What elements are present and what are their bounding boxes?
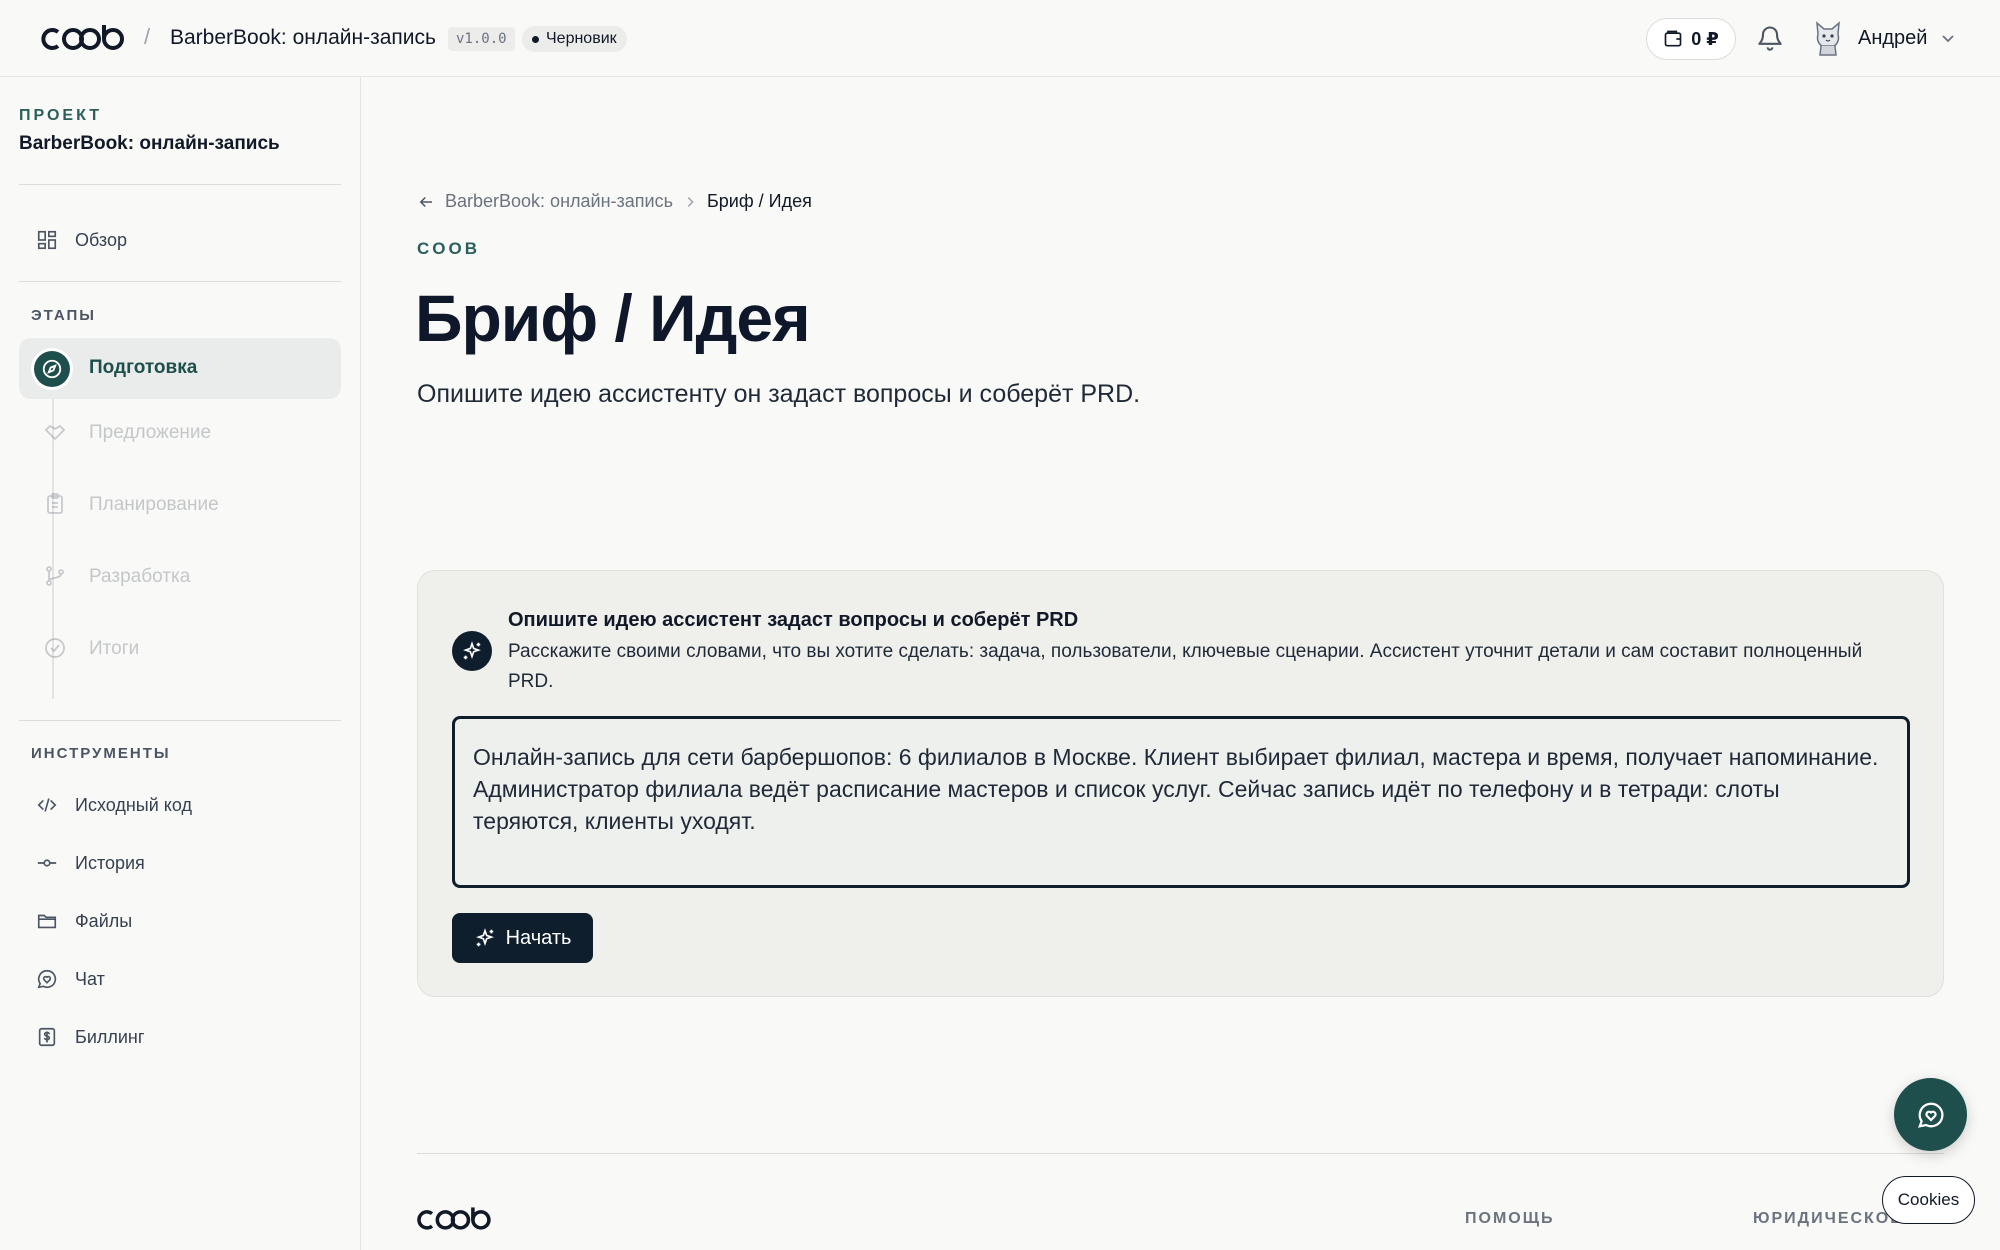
sidebar-item-billing[interactable]: Биллинг — [19, 1015, 341, 1059]
chat-fab-button[interactable] — [1894, 1078, 1967, 1151]
code-icon — [35, 793, 59, 817]
sidebar-divider — [19, 281, 341, 282]
project-label: ПРОЕКТ — [19, 107, 103, 124]
cookies-button[interactable]: Cookies — [1882, 1176, 1975, 1224]
status-badge: Черновик — [522, 26, 627, 52]
sidebar-project-name: BarberBook: онлайн-запись — [19, 133, 280, 154]
stage-label: Разработка — [89, 566, 191, 587]
chevron-right-icon — [687, 196, 694, 207]
sidebar-item-history[interactable]: История — [19, 841, 341, 885]
sidebar-item-files[interactable]: Файлы — [19, 899, 341, 943]
sidebar-item-chat[interactable]: Чат — [19, 957, 341, 1001]
sparkles-icon — [452, 631, 492, 671]
stage-item-preparation[interactable]: Подготовка — [19, 338, 341, 399]
stage-label: Предложение — [89, 422, 212, 443]
sparkles-icon — [475, 928, 494, 947]
footer-legal-link[interactable]: ЮРИДИЧЕСКОЕ — [1753, 1210, 1903, 1228]
top-bar: / BarberBook: онлайн-запись v1.0.0 Черно… — [0, 0, 2000, 77]
stage-item-planning[interactable]: Планирование — [19, 482, 341, 526]
idea-textarea[interactable]: Онлайн-запись для сети барбершопов: 6 фи… — [452, 716, 1910, 888]
chat-icon — [1917, 1102, 1943, 1128]
stage-label: Итоги — [89, 638, 140, 659]
stage-item-development[interactable]: Разработка — [19, 554, 341, 598]
stage-label: Планирование — [89, 494, 219, 515]
start-button[interactable]: Начать — [452, 913, 593, 963]
tools-section-label: ИНСТРУМЕНТЫ — [31, 745, 171, 762]
eyebrow-label: COOB — [417, 239, 480, 258]
footer-help-link[interactable]: ПОМОЩЬ — [1465, 1210, 1555, 1228]
stage-item-results[interactable]: Итоги — [19, 626, 341, 670]
page-subtitle: Опишите идею ассистенту он задаст вопрос… — [417, 380, 1141, 408]
git-branch-icon — [46, 566, 64, 586]
sidebar-item-overview[interactable]: Обзор — [19, 218, 341, 262]
breadcrumb: BarberBook: онлайн-запись Бриф / Идея — [417, 191, 812, 212]
breadcrumb-current: Бриф / Идея — [706, 191, 812, 211]
compass-icon — [34, 351, 70, 387]
start-button-label: Начать — [505, 926, 572, 949]
handshake-icon — [44, 424, 66, 441]
header-separator: / — [144, 24, 151, 49]
sidebar-item-label: Обзор — [75, 229, 127, 250]
breadcrumb-parent[interactable]: BarberBook: онлайн-запись — [445, 191, 673, 212]
footer-divider — [417, 1153, 1944, 1154]
user-name[interactable]: Андрей — [1858, 27, 1927, 50]
avatar[interactable] — [1812, 20, 1844, 56]
dollar-icon — [35, 1025, 59, 1049]
chat-icon — [35, 967, 59, 991]
version-badge: v1.0.0 — [448, 27, 515, 51]
header-project-title[interactable]: BarberBook: онлайн-запись — [170, 26, 436, 50]
sidebar-item-source-code[interactable]: Исходный код — [19, 783, 341, 827]
sidebar-item-label: Исходный код — [75, 794, 192, 815]
sidebar-divider — [19, 184, 341, 185]
stage-label: Подготовка — [89, 357, 198, 378]
sidebar-item-label: Биллинг — [75, 1026, 145, 1047]
commit-icon — [35, 851, 59, 875]
stage-item-proposal[interactable]: Предложение — [19, 410, 341, 454]
coob-logo[interactable] — [40, 20, 130, 56]
page-title: Бриф / Идея — [415, 281, 811, 355]
sidebar: ПРОЕКТ BarberBook: онлайн-запись Обзор Э… — [0, 77, 361, 1250]
sidebar-item-label: Файлы — [75, 910, 133, 931]
status-label: Черновик — [546, 30, 617, 47]
chevron-down-icon[interactable] — [1940, 30, 1956, 46]
balance-button[interactable]: 0 ₽ — [1646, 18, 1736, 60]
card-description: Расскажите своими словами, что вы хотите… — [508, 641, 1863, 692]
stages-section-label: ЭТАПЫ — [31, 307, 96, 324]
sidebar-item-label: История — [75, 852, 145, 873]
folder-icon — [35, 909, 59, 933]
footer-logo[interactable] — [416, 1205, 496, 1238]
grid-icon — [35, 228, 59, 252]
check-circle-icon — [45, 638, 65, 658]
sidebar-item-label: Чат — [75, 968, 105, 989]
card-title: Опишите идею ассистент задаст вопросы и … — [508, 609, 1079, 631]
idea-card: Опишите идею ассистент задаст вопросы и … — [417, 570, 1944, 997]
clipboard-icon — [47, 493, 63, 514]
arrow-left-icon[interactable] — [417, 193, 435, 211]
sidebar-divider — [19, 720, 341, 721]
bell-icon[interactable] — [1756, 24, 1784, 52]
wallet-icon — [1664, 30, 1682, 47]
balance-value: 0 ₽ — [1691, 28, 1719, 49]
status-dot-icon — [532, 35, 539, 43]
